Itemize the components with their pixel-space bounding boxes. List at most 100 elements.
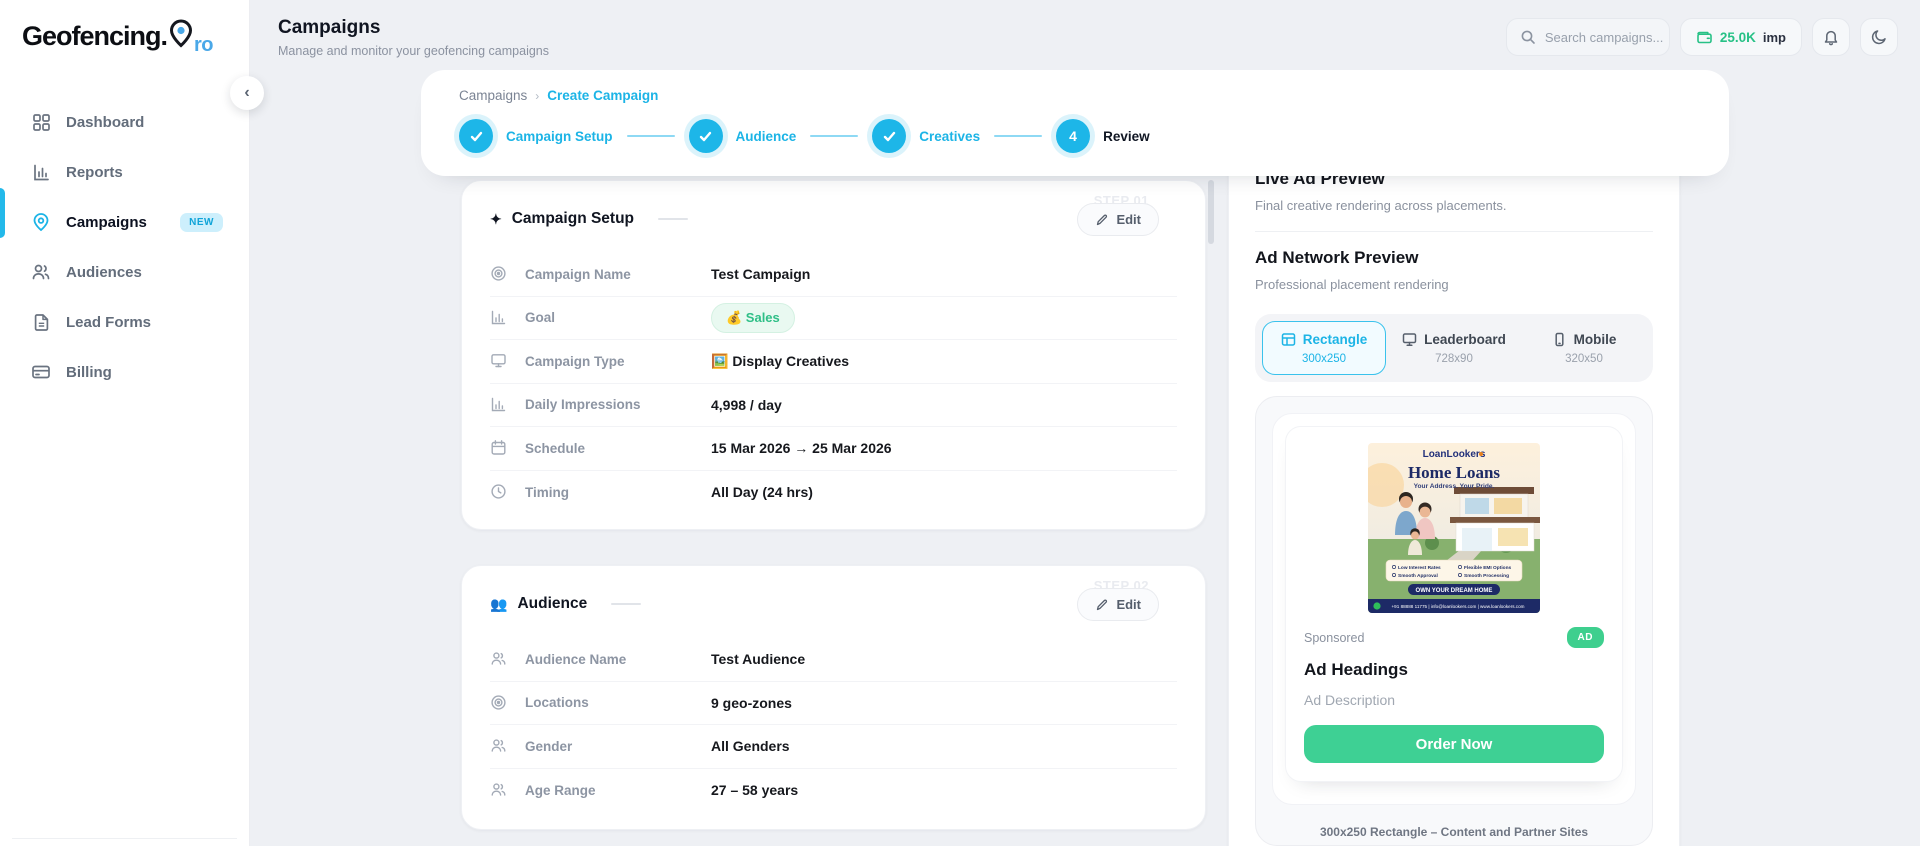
table-row: Timing All Day (24 hrs) [490,471,1177,515]
sidebar-item-lead-forms[interactable]: Lead Forms [12,300,237,344]
row-value: Test Campaign [711,266,810,282]
content-scrollbar-thumb[interactable] [1208,180,1214,244]
users-icon [490,737,508,755]
sidebar-item-label: Dashboard [66,114,144,131]
ad-feature-1: Low Interest Rates [1398,565,1441,571]
page-subtitle: Manage and monitor your geofencing campa… [278,44,549,58]
brand-accent: ro [194,34,213,57]
people-emoji-icon: 👥 [490,596,507,613]
ad-badge: AD [1567,627,1604,648]
ad-preview-frame: LoanLookers Home Loans Your Address. You… [1255,396,1653,846]
table-row: Audience Name Test Audience [490,638,1177,682]
search-input[interactable] [1545,30,1663,45]
tab-rectangle[interactable]: Rectangle 300x250 [1262,321,1386,375]
row-label: Goal [525,310,711,325]
impressions-unit: imp [1763,30,1786,45]
wallet-icon [1696,29,1713,46]
tab-leaderboard[interactable]: Leaderboard 728x90 [1392,321,1516,375]
sidebar-nav: Dashboard Reports Campaigns NEW Audienc [0,100,249,394]
ad-feature-2: Flexible EMI Options [1464,565,1512,571]
bar-chart-icon [490,309,508,327]
row-value: 4,998 / day [711,397,782,413]
search-box[interactable] [1506,18,1670,56]
ad-feature-3: Smooth Approval [1398,573,1438,579]
breadcrumb-separator: › [535,89,539,103]
breadcrumb-create-campaign[interactable]: Create Campaign [547,88,658,103]
step-number: 4 [1069,128,1077,144]
step-connector [810,135,858,137]
order-now-button[interactable]: Order Now [1304,725,1604,763]
users-icon [490,650,508,668]
step-audience[interactable]: Audience [689,119,797,153]
table-row: Age Range 27 – 58 years [490,769,1177,813]
edit-campaign-setup-button[interactable]: Edit [1077,203,1159,236]
step-campaign-setup[interactable]: Campaign Setup [459,119,613,153]
tab-size: 300x250 [1267,353,1381,365]
ad-card: LoanLookers Home Loans Your Address. You… [1285,426,1623,782]
stepper-card: Campaigns › Create Campaign Campaign Set… [421,70,1729,176]
row-value: 🖼️ Display Creatives [711,353,849,370]
live-preview-subtitle: Final creative rendering across placemen… [1255,198,1653,213]
row-value: Test Audience [711,651,805,667]
row-value: 27 – 58 years [711,782,798,798]
panel-divider [1255,231,1653,232]
sidebar-item-dashboard[interactable]: Dashboard [12,100,237,144]
row-label: Campaign Type [525,354,711,369]
step-creatives[interactable]: Creatives [872,119,980,153]
target-icon [490,694,508,712]
network-preview-subtitle: Professional placement rendering [1255,277,1653,292]
layout-icon [1281,332,1296,347]
smartphone-icon [1552,332,1567,347]
moon-icon [1870,28,1888,46]
row-label: Locations [525,695,711,710]
new-badge: NEW [180,213,223,232]
ad-creative-contact: +91 88888 11775 | info@loanlookers.com |… [1392,604,1525,609]
ad-feature-4: Smooth Processing [1464,573,1509,579]
audience-card: 👥 Audience STEP 02 Edit Audience Name Te… [461,565,1206,830]
search-icon [1520,29,1536,45]
ad-logo-text: LoanLookers [1423,449,1486,460]
bar-chart-icon [30,161,52,183]
card-title: Campaign Setup [512,210,634,228]
bar-chart-icon [490,396,508,414]
step-review[interactable]: 4 Review [1056,119,1150,153]
calendar-icon [490,439,508,457]
sidebar-item-audiences[interactable]: Audiences [12,250,237,294]
sidebar-item-campaigns[interactable]: Campaigns NEW [12,200,237,244]
breadcrumb: Campaigns › Create Campaign [459,88,1729,103]
sidebar-item-label: Campaigns [66,214,147,231]
table-row: Daily Impressions 4,998 / day [490,384,1177,428]
bell-icon [1822,28,1840,46]
topbar: Campaigns Manage and monitor your geofen… [250,0,1920,74]
ad-preview-panel: Live Ad Preview Final creative rendering… [1228,150,1680,846]
ad-creative-image: LoanLookers Home Loans Your Address. You… [1368,443,1540,613]
table-row: Goal 💰 Sales [490,297,1177,341]
step-connector [994,135,1042,137]
ad-creative-cta: OWN YOUR DREAM HOME [1416,588,1493,594]
sidebar-bottom-divider [12,838,237,839]
row-label: Age Range [525,783,711,798]
page-title: Campaigns [278,17,549,39]
notifications-button[interactable] [1812,18,1850,56]
impressions-balance[interactable]: 25.0K imp [1680,18,1802,56]
breadcrumb-campaigns[interactable]: Campaigns [459,88,527,103]
sidebar-item-billing[interactable]: Billing [12,350,237,394]
sidebar-collapse-button[interactable]: ‹ [230,76,264,110]
chevron-left-icon: ‹ [244,84,249,102]
row-label: Gender [525,739,711,754]
dark-mode-toggle[interactable] [1860,18,1898,56]
house-illustration [1450,487,1540,551]
edit-audience-button[interactable]: Edit [1077,588,1159,621]
sidebar-item-reports[interactable]: Reports [12,150,237,194]
step-label: Creatives [919,129,980,144]
tab-mobile[interactable]: Mobile 320x50 [1522,321,1646,375]
wizard-stepper: Campaign Setup Audience Creatives 4 [459,119,1729,153]
check-icon [689,119,723,153]
map-pin-icon [30,211,52,233]
row-label: Daily Impressions [525,397,711,412]
table-row: Campaign Type 🖼️ Display Creatives [490,340,1177,384]
campaign-setup-card: ✦ Campaign Setup STEP 01 Edit Campaign N… [461,180,1206,530]
active-nav-indicator [0,188,5,238]
sidebar-item-label: Audiences [66,264,142,281]
network-preview-title: Ad Network Preview [1255,248,1653,268]
